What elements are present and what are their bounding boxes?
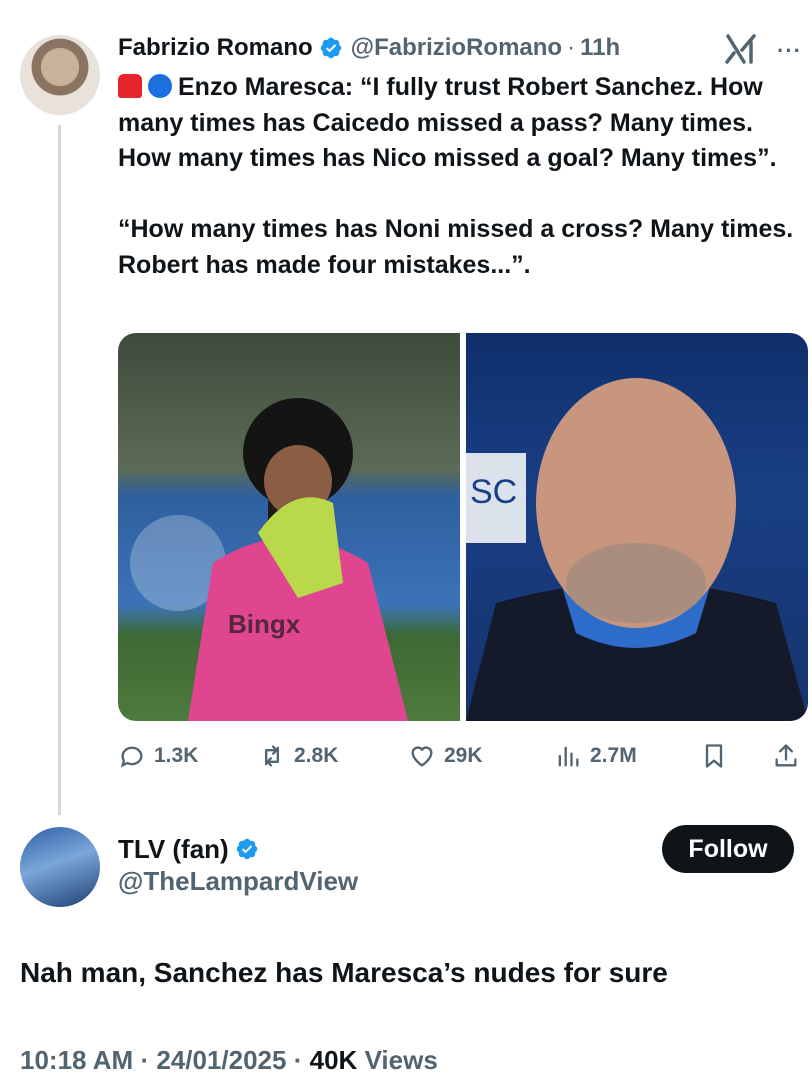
repost-count: 2.8K bbox=[294, 744, 339, 767]
author-avatar[interactable] bbox=[20, 35, 100, 115]
bookmark-icon bbox=[705, 744, 723, 768]
like-action[interactable]: 29K bbox=[408, 736, 483, 776]
repost-icon bbox=[265, 745, 279, 767]
tweet-timestamp[interactable]: 11h bbox=[580, 34, 620, 62]
tweet-header: Fabrizio Romano @FabrizioRomano · 11h bbox=[118, 33, 620, 63]
like-count: 29K bbox=[444, 744, 483, 767]
reply-views-count: 40K bbox=[309, 1045, 358, 1075]
tweet-actions: 1.3K 2.8K 29K 2.7M bbox=[118, 736, 808, 776]
meta-separator: · bbox=[293, 1045, 303, 1075]
reply-action[interactable]: 1.3K bbox=[118, 736, 198, 776]
views-action[interactable]: 2.7M bbox=[554, 736, 637, 776]
verified-badge-icon bbox=[236, 838, 257, 860]
svg-text:Bingx: Bingx bbox=[228, 609, 301, 639]
share-action[interactable] bbox=[772, 736, 800, 776]
analytics-icon bbox=[558, 746, 579, 767]
follow-button[interactable]: Follow bbox=[662, 825, 794, 873]
media-photo-manager[interactable]: SC bbox=[466, 333, 808, 721]
media-photo-goalkeeper[interactable]: Bingx bbox=[118, 333, 460, 721]
meta-separator: · bbox=[140, 1045, 150, 1075]
bookmark-action[interactable] bbox=[700, 736, 728, 776]
author-handle[interactable]: @FabrizioRomano bbox=[351, 34, 562, 62]
tweet-media[interactable]: Bingx SC bbox=[118, 333, 808, 721]
reply-meta: 10:18 AM · 24/01/2025 · 40K Views bbox=[20, 1045, 438, 1076]
heart-icon bbox=[411, 746, 433, 767]
thread-connector-line bbox=[58, 125, 61, 815]
view-count: 2.7M bbox=[590, 744, 637, 767]
goalkeeper-illustration: Bingx bbox=[130, 398, 408, 721]
reply-author-name[interactable]: TLV (fan) bbox=[118, 834, 229, 865]
manager-illustration: SC bbox=[466, 378, 808, 721]
reply-icon bbox=[120, 746, 143, 768]
author-name[interactable]: Fabrizio Romano bbox=[118, 34, 313, 62]
reply-count: 1.3K bbox=[154, 744, 199, 767]
more-options-icon[interactable]: ··· bbox=[777, 38, 802, 64]
tweet-body: Enzo Maresca: “I fully trust Robert Sanc… bbox=[118, 73, 794, 279]
reply-views-label: Views bbox=[364, 1045, 438, 1075]
reply-text: Nah man, Sanchez has Maresca’s nudes for… bbox=[20, 957, 668, 988]
blue-circle-emoji-icon bbox=[148, 74, 172, 98]
header-separator: · bbox=[567, 34, 576, 61]
tweet-text: Enzo Maresca: “I fully trust Robert Sanc… bbox=[118, 70, 808, 283]
repost-action[interactable]: 2.8K bbox=[258, 736, 338, 776]
reply-date[interactable]: 24/01/2025 bbox=[156, 1045, 286, 1075]
reply-time[interactable]: 10:18 AM bbox=[20, 1045, 133, 1075]
reply-author-header: TLV (fan) bbox=[118, 832, 267, 866]
reply-author-handle[interactable]: @TheLampardView bbox=[118, 866, 358, 897]
share-icon bbox=[775, 744, 797, 767]
svg-text:SC: SC bbox=[470, 473, 517, 511]
reply-author-avatar[interactable] bbox=[20, 827, 100, 907]
verified-badge-icon bbox=[320, 37, 341, 59]
siren-emoji-icon bbox=[118, 74, 142, 98]
grok-icon[interactable] bbox=[722, 32, 760, 66]
